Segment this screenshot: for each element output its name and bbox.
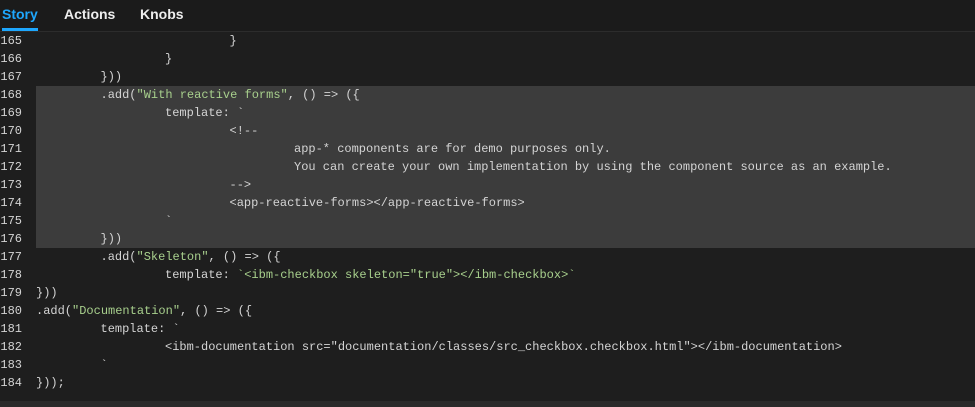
line-number: 180 — [0, 304, 22, 318]
line-code: template: ` — [100, 322, 180, 336]
line-number: 168 — [0, 88, 22, 102]
line-code: .add("Documentation", () => ({ — [36, 304, 253, 318]
line-code: --> — [229, 178, 252, 192]
tab-story[interactable]: Story — [2, 0, 38, 31]
line-code: })) — [100, 70, 123, 84]
code-line: 177 .add("Skeleton", () => ({ — [0, 248, 280, 266]
code-line: 170 <!-- — [0, 122, 258, 140]
line-number: 175 — [0, 214, 22, 228]
line-number: 178 — [0, 268, 22, 282]
line-code: })); — [36, 376, 65, 390]
string-literal: "With reactive forms" — [136, 88, 288, 102]
code-line: 167})) — [0, 68, 122, 86]
line-number: 179 — [0, 286, 22, 300]
line-number: 174 — [0, 196, 22, 210]
line-code: <!-- — [229, 124, 259, 138]
line-number: 170 — [0, 124, 22, 138]
string-literal: `<ibm-checkbox skeleton="true"></ibm-che… — [237, 268, 576, 282]
line-number: 171 — [0, 142, 22, 156]
line-code: .add("With reactive forms", () => ({ — [100, 88, 360, 102]
code-line: 168 .add("With reactive forms", () => ({ — [0, 86, 359, 104]
line-number: 181 — [0, 322, 22, 336]
line-number: 182 — [0, 340, 22, 354]
code-line: 171 app-* components are for demo purpose… — [0, 140, 610, 158]
code-line: 178 template: `<ibm-checkbox skeleton="tr… — [0, 266, 575, 284]
line-code: } — [165, 52, 173, 66]
line-number: 184 — [0, 376, 22, 390]
line-number: 165 — [0, 34, 22, 48]
line-code: })) — [36, 286, 58, 300]
code-line: 169 template: ` — [0, 104, 244, 122]
string-literal: "Documentation" — [72, 304, 181, 318]
line-code: <app-reactive-forms></app-reactive-forms… — [229, 196, 525, 210]
code-line: 179})) — [0, 284, 57, 302]
line-number: 172 — [0, 160, 22, 174]
code-line: 182 <ibm-documentation src="documentation… — [0, 338, 842, 356]
line-number: 169 — [0, 106, 22, 120]
line-code: template: `<ibm-checkbox skeleton="true"… — [165, 268, 576, 282]
code-line: 181 template: ` — [0, 320, 179, 338]
line-code: } — [229, 34, 237, 48]
line-code: })) — [100, 232, 123, 246]
code-line: 176})) — [0, 230, 122, 248]
horizontal-scrollbar[interactable] — [0, 401, 975, 407]
line-code: ` — [165, 214, 173, 228]
addons-tab-bar: Story Actions Knobs — [0, 0, 975, 32]
code-viewer[interactable]: 165} 166} 167})) 168 .add("With reactive for… — [0, 32, 975, 401]
code-line: 175 ` — [0, 212, 172, 230]
line-number: 177 — [0, 250, 22, 264]
line-number: 183 — [0, 358, 22, 372]
code-line: 180 .add("Documentation", () => ({ — [0, 302, 252, 320]
line-code: app-* components are for demo purposes o… — [294, 142, 611, 156]
string-literal: "Skeleton" — [136, 250, 209, 264]
line-code: ` — [100, 358, 108, 372]
code-line: 173 --> — [0, 176, 251, 194]
code-line: 165} — [0, 32, 236, 50]
tab-actions[interactable]: Actions — [64, 0, 115, 31]
line-number: 173 — [0, 178, 22, 192]
code-line: 172 You can create your own implementatio… — [0, 158, 891, 176]
line-code: You can create your own implementation b… — [294, 160, 892, 174]
tab-knobs[interactable]: Knobs — [140, 0, 184, 31]
line-number: 167 — [0, 70, 22, 84]
code-line: 174 <app-reactive-forms></app-reactive-fo… — [0, 194, 524, 212]
code-line: 183 ` — [0, 356, 107, 374]
code-line: 184})); — [0, 374, 64, 392]
line-code: .add("Skeleton", () => ({ — [100, 250, 281, 264]
code-line: 166} — [0, 50, 172, 68]
line-number: 166 — [0, 52, 22, 66]
line-code: <ibm-documentation src="documentation/cl… — [165, 340, 842, 354]
line-code: template: ` — [165, 106, 245, 120]
line-number: 176 — [0, 232, 22, 246]
